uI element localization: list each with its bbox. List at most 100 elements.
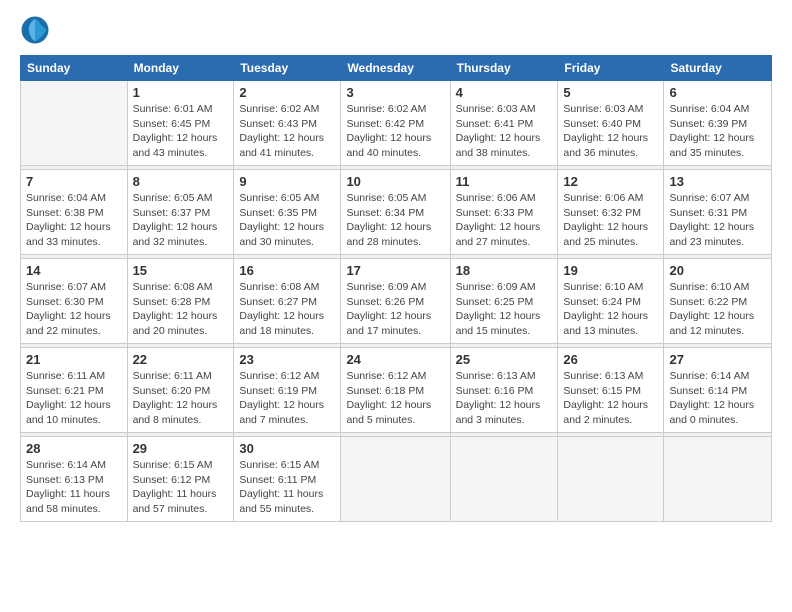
day-info: Sunrise: 6:10 AM Sunset: 6:24 PM Dayligh… [563, 280, 658, 339]
calendar-cell [664, 437, 772, 522]
calendar-cell: 11 Sunrise: 6:06 AM Sunset: 6:33 PM Dayli… [450, 170, 558, 255]
calendar-cell: 17 Sunrise: 6:09 AM Sunset: 6:26 PM Dayli… [341, 259, 450, 344]
day-number: 22 [133, 352, 229, 367]
calendar-cell [341, 437, 450, 522]
day-info: Sunrise: 6:13 AM Sunset: 6:15 PM Dayligh… [563, 369, 658, 428]
calendar-cell: 16 Sunrise: 6:08 AM Sunset: 6:27 PM Dayli… [234, 259, 341, 344]
day-number: 1 [133, 85, 229, 100]
day-info: Sunrise: 6:08 AM Sunset: 6:28 PM Dayligh… [133, 280, 229, 339]
day-info: Sunrise: 6:10 AM Sunset: 6:22 PM Dayligh… [669, 280, 766, 339]
day-info: Sunrise: 6:15 AM Sunset: 6:11 PM Dayligh… [239, 458, 335, 517]
page: SundayMondayTuesdayWednesdayThursdayFrid… [0, 0, 792, 612]
day-info: Sunrise: 6:05 AM Sunset: 6:34 PM Dayligh… [346, 191, 444, 250]
calendar-header-row: SundayMondayTuesdayWednesdayThursdayFrid… [21, 56, 772, 81]
day-number: 28 [26, 441, 122, 456]
calendar-header-tuesday: Tuesday [234, 56, 341, 81]
calendar-header-thursday: Thursday [450, 56, 558, 81]
calendar-week-2: 14 Sunrise: 6:07 AM Sunset: 6:30 PM Dayli… [21, 259, 772, 344]
calendar-cell: 18 Sunrise: 6:09 AM Sunset: 6:25 PM Dayli… [450, 259, 558, 344]
day-info: Sunrise: 6:06 AM Sunset: 6:33 PM Dayligh… [456, 191, 553, 250]
day-number: 17 [346, 263, 444, 278]
calendar-cell: 25Sunrise: 6:13 AM Sunset: 6:16 PM Dayli… [450, 348, 558, 433]
calendar-cell: 20 Sunrise: 6:10 AM Sunset: 6:22 PM Dayli… [664, 259, 772, 344]
calendar-cell: 6Sunrise: 6:04 AM Sunset: 6:39 PM Daylig… [664, 81, 772, 166]
day-number: 29 [133, 441, 229, 456]
calendar-cell: 29Sunrise: 6:15 AM Sunset: 6:12 PM Dayli… [127, 437, 234, 522]
day-info: Sunrise: 6:08 AM Sunset: 6:27 PM Dayligh… [239, 280, 335, 339]
day-number: 21 [26, 352, 122, 367]
calendar-cell: 21 Sunrise: 6:11 AM Sunset: 6:21 PM Dayli… [21, 348, 128, 433]
calendar-cell: 19 Sunrise: 6:10 AM Sunset: 6:24 PM Dayli… [558, 259, 664, 344]
header [20, 15, 772, 45]
day-number: 27 [669, 352, 766, 367]
calendar-cell [21, 81, 128, 166]
calendar-cell: 24 Sunrise: 6:12 AM Sunset: 6:18 PM Dayli… [341, 348, 450, 433]
day-info: Sunrise: 6:07 AM Sunset: 6:30 PM Dayligh… [26, 280, 122, 339]
calendar-week-4: 28Sunrise: 6:14 AM Sunset: 6:13 PM Dayli… [21, 437, 772, 522]
calendar-header-friday: Friday [558, 56, 664, 81]
day-number: 3 [346, 85, 444, 100]
calendar-cell [558, 437, 664, 522]
day-info: Sunrise: 6:13 AM Sunset: 6:16 PM Dayligh… [456, 369, 553, 428]
calendar-cell: 27 Sunrise: 6:14 AM Sunset: 6:14 PM Dayli… [664, 348, 772, 433]
day-number: 11 [456, 174, 553, 189]
calendar-cell: 22 Sunrise: 6:11 AM Sunset: 6:20 PM Dayli… [127, 348, 234, 433]
calendar-header-saturday: Saturday [664, 56, 772, 81]
day-info: Sunrise: 6:12 AM Sunset: 6:19 PM Dayligh… [239, 369, 335, 428]
day-number: 24 [346, 352, 444, 367]
calendar-cell: 1 Sunrise: 6:01 AM Sunset: 6:45 PM Daylig… [127, 81, 234, 166]
day-number: 9 [239, 174, 335, 189]
day-number: 16 [239, 263, 335, 278]
calendar-cell: 9 Sunrise: 6:05 AM Sunset: 6:35 PM Daylig… [234, 170, 341, 255]
calendar-cell: 13 Sunrise: 6:07 AM Sunset: 6:31 PM Dayli… [664, 170, 772, 255]
day-info: Sunrise: 6:07 AM Sunset: 6:31 PM Dayligh… [669, 191, 766, 250]
day-number: 13 [669, 174, 766, 189]
day-number: 5 [563, 85, 658, 100]
calendar-cell: 12 Sunrise: 6:06 AM Sunset: 6:32 PM Dayli… [558, 170, 664, 255]
day-info: Sunrise: 6:03 AM Sunset: 6:40 PM Dayligh… [563, 102, 658, 161]
calendar-header-monday: Monday [127, 56, 234, 81]
day-info: Sunrise: 6:05 AM Sunset: 6:35 PM Dayligh… [239, 191, 335, 250]
calendar-header-wednesday: Wednesday [341, 56, 450, 81]
day-info: Sunrise: 6:06 AM Sunset: 6:32 PM Dayligh… [563, 191, 658, 250]
day-number: 23 [239, 352, 335, 367]
day-number: 4 [456, 85, 553, 100]
day-number: 15 [133, 263, 229, 278]
day-number: 10 [346, 174, 444, 189]
day-info: Sunrise: 6:02 AM Sunset: 6:42 PM Dayligh… [346, 102, 444, 161]
calendar-cell [450, 437, 558, 522]
day-number: 19 [563, 263, 658, 278]
day-number: 26 [563, 352, 658, 367]
day-number: 12 [563, 174, 658, 189]
calendar-cell: 8Sunrise: 6:05 AM Sunset: 6:37 PM Daylig… [127, 170, 234, 255]
calendar-week-1: 7 Sunrise: 6:04 AM Sunset: 6:38 PM Daylig… [21, 170, 772, 255]
calendar-cell: 28Sunrise: 6:14 AM Sunset: 6:13 PM Dayli… [21, 437, 128, 522]
logo-icon [20, 15, 50, 45]
day-info: Sunrise: 6:09 AM Sunset: 6:26 PM Dayligh… [346, 280, 444, 339]
day-info: Sunrise: 6:11 AM Sunset: 6:20 PM Dayligh… [133, 369, 229, 428]
day-info: Sunrise: 6:11 AM Sunset: 6:21 PM Dayligh… [26, 369, 122, 428]
calendar-week-0: 1 Sunrise: 6:01 AM Sunset: 6:45 PM Daylig… [21, 81, 772, 166]
calendar-cell: 7 Sunrise: 6:04 AM Sunset: 6:38 PM Daylig… [21, 170, 128, 255]
calendar: SundayMondayTuesdayWednesdayThursdayFrid… [20, 55, 772, 522]
day-info: Sunrise: 6:09 AM Sunset: 6:25 PM Dayligh… [456, 280, 553, 339]
day-info: Sunrise: 6:04 AM Sunset: 6:38 PM Dayligh… [26, 191, 122, 250]
day-number: 7 [26, 174, 122, 189]
day-info: Sunrise: 6:01 AM Sunset: 6:45 PM Dayligh… [133, 102, 229, 161]
day-number: 14 [26, 263, 122, 278]
day-info: Sunrise: 6:12 AM Sunset: 6:18 PM Dayligh… [346, 369, 444, 428]
calendar-cell: 26 Sunrise: 6:13 AM Sunset: 6:15 PM Dayli… [558, 348, 664, 433]
calendar-cell: 30 Sunrise: 6:15 AM Sunset: 6:11 PM Dayli… [234, 437, 341, 522]
calendar-cell: 14 Sunrise: 6:07 AM Sunset: 6:30 PM Dayli… [21, 259, 128, 344]
day-number: 30 [239, 441, 335, 456]
calendar-cell: 2Sunrise: 6:02 AM Sunset: 6:43 PM Daylig… [234, 81, 341, 166]
calendar-cell: 5 Sunrise: 6:03 AM Sunset: 6:40 PM Daylig… [558, 81, 664, 166]
day-info: Sunrise: 6:04 AM Sunset: 6:39 PM Dayligh… [669, 102, 766, 161]
calendar-week-3: 21 Sunrise: 6:11 AM Sunset: 6:21 PM Dayli… [21, 348, 772, 433]
day-number: 8 [133, 174, 229, 189]
day-info: Sunrise: 6:14 AM Sunset: 6:14 PM Dayligh… [669, 369, 766, 428]
day-number: 20 [669, 263, 766, 278]
day-number: 18 [456, 263, 553, 278]
calendar-cell: 23 Sunrise: 6:12 AM Sunset: 6:19 PM Dayli… [234, 348, 341, 433]
logo [20, 15, 55, 45]
